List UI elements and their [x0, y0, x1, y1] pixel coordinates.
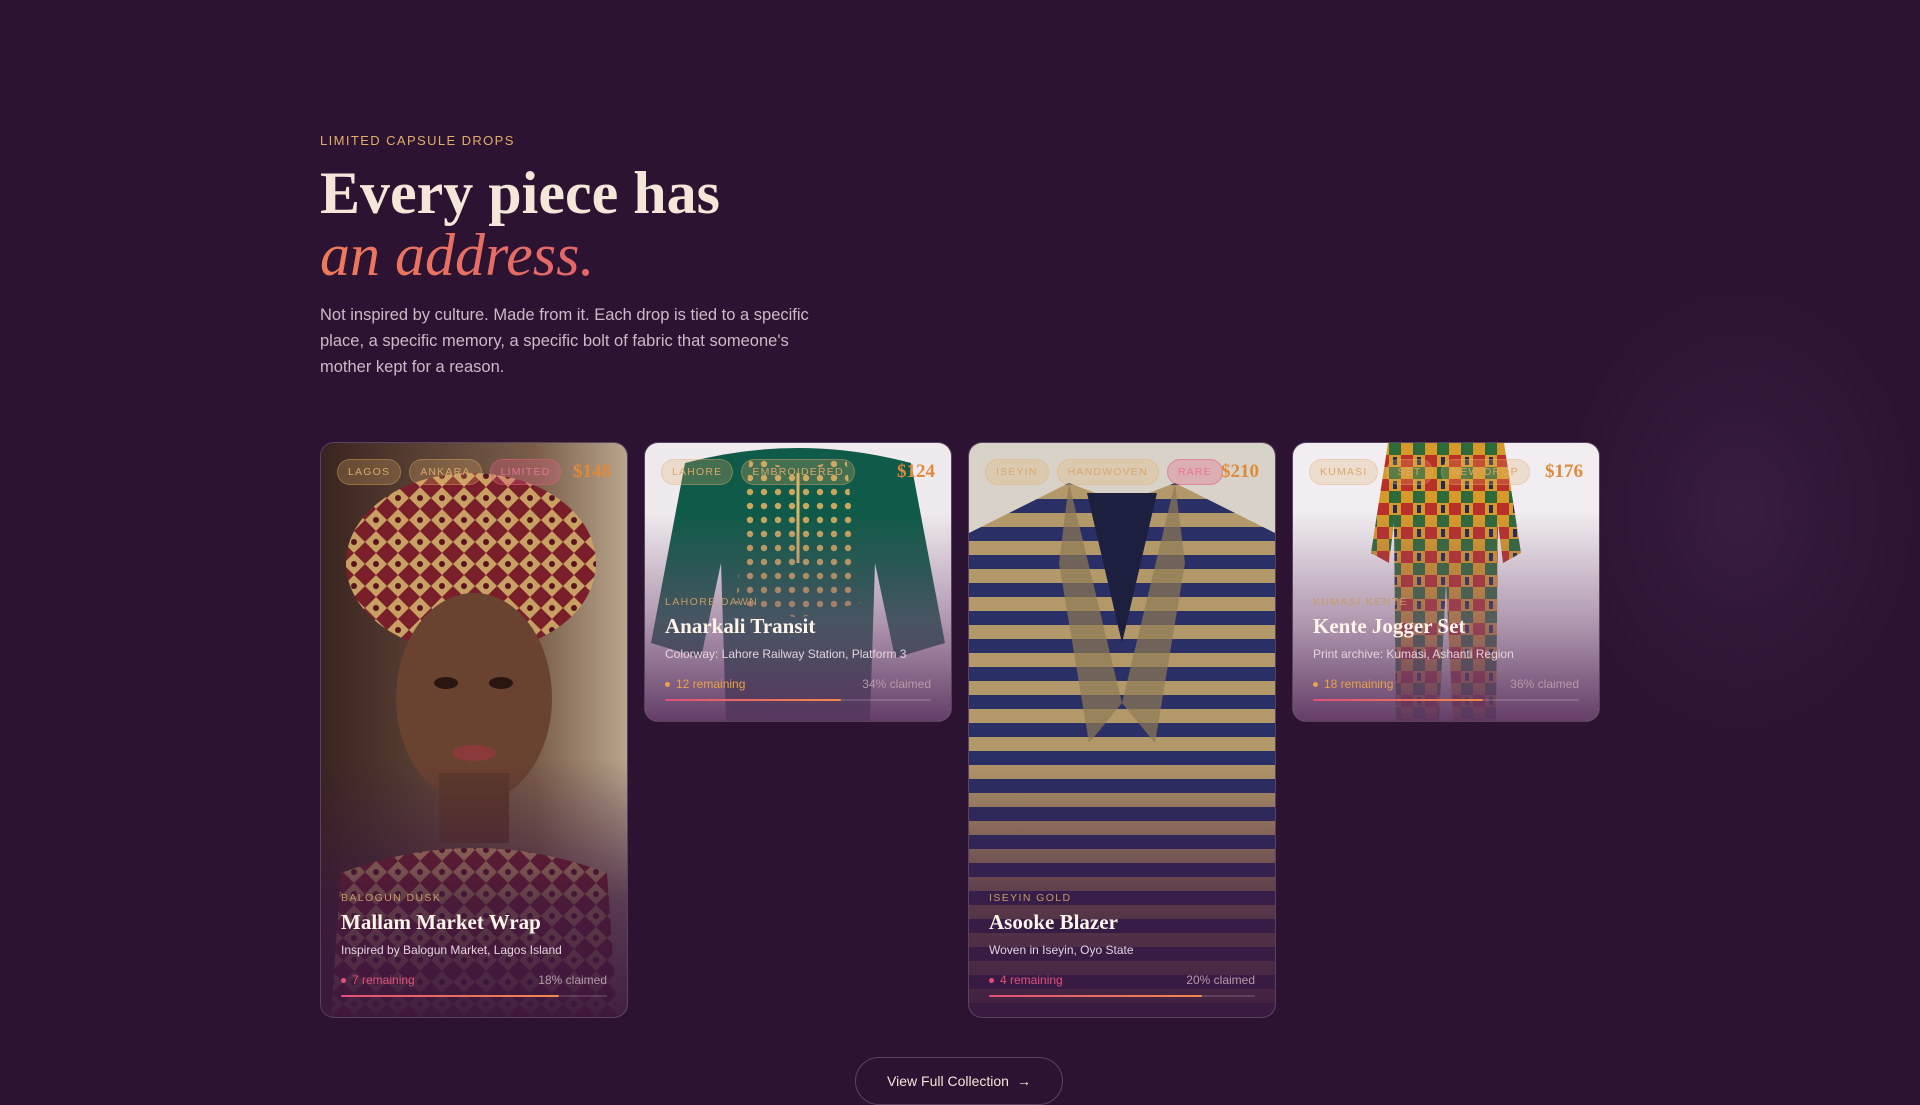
remaining-label: 4 remaining — [1000, 973, 1063, 987]
claimed-percent: 18% claimed — [538, 973, 607, 987]
product-card-anarkali-transit[interactable]: LAHORE EMBROIDERED $124 LAHORE DAWN Anar… — [644, 442, 952, 722]
product-name: Anarkali Transit — [665, 614, 816, 638]
tag-craft: EMBROIDERED — [741, 459, 855, 485]
stock-progress-fill — [341, 995, 560, 997]
tag-fabric: ANKARA — [409, 459, 482, 485]
stock-progress-bar — [1313, 699, 1579, 701]
drop-origin: BALOGUN DUSK — [341, 892, 442, 904]
tag-row: ISEYIN HANDWOVEN RARE — [985, 459, 1223, 485]
card-info: ISEYIN GOLD Asooke Blazer Woven in Iseyi… — [989, 892, 1255, 997]
stock-progress-bar — [989, 995, 1255, 997]
product-card-kente-jogger-set[interactable]: KUMASI SET NEW DROP $176 KUMASI KENTE Ke… — [1292, 442, 1600, 722]
stock-progress-fill — [1313, 699, 1484, 701]
stock-progress-bar — [665, 699, 931, 701]
price-label: $176 — [1545, 461, 1583, 482]
product-card-asooke-blazer[interactable]: ISEYIN HANDWOVEN RARE $210 ISEYIN GOLD A… — [968, 442, 1276, 1018]
product-description: Colorway: Lahore Railway Station, Platfo… — [665, 647, 907, 661]
tag-status: LIMITED — [489, 459, 562, 485]
price-label: $210 — [1221, 461, 1259, 482]
status-dot-icon — [665, 681, 670, 687]
stock-progress-bar — [341, 995, 607, 997]
remaining-count: 18 remaining — [1313, 677, 1393, 691]
tag-location: KUMASI — [1309, 459, 1379, 485]
product-name: Asooke Blazer — [989, 910, 1118, 934]
stock-row: 7 remaining 18% claimed — [341, 973, 607, 987]
tag-row: LAGOS ANKARA LIMITED — [337, 459, 562, 485]
remaining-count: 4 remaining — [989, 973, 1063, 987]
section-eyebrow: LIMITED CAPSULE DROPS — [320, 133, 515, 148]
remaining-count: 12 remaining — [665, 677, 745, 691]
card-info: LAHORE DAWN Anarkali Transit Colorway: L… — [665, 596, 931, 701]
remaining-label: 12 remaining — [676, 677, 746, 691]
card-info: KUMASI KENTE Kente Jogger Set Print arch… — [1313, 596, 1579, 701]
tag-status: RARE — [1166, 459, 1223, 485]
drop-origin: LAHORE DAWN — [665, 596, 759, 608]
status-dot-icon — [1313, 681, 1318, 687]
view-collection-label: View Full Collection — [887, 1073, 1009, 1089]
product-name: Kente Jogger Set — [1313, 614, 1466, 638]
product-name: Mallam Market Wrap — [341, 910, 541, 934]
stock-row: 4 remaining 20% claimed — [989, 973, 1255, 987]
hero-section: LIMITED CAPSULE DROPS Every piece has an… — [320, 133, 860, 380]
remaining-label: 7 remaining — [352, 973, 415, 987]
card-info: BALOGUN DUSK Mallam Market Wrap Inspired… — [341, 892, 607, 997]
product-description: Print archive: Kumasi, Ashanti Region — [1313, 647, 1514, 661]
price-label: $124 — [897, 461, 935, 482]
remaining-count: 7 remaining — [341, 973, 415, 987]
view-collection-button[interactable]: View Full Collection → — [855, 1057, 1063, 1105]
tag-location: LAGOS — [337, 459, 402, 485]
stock-row: 18 remaining 36% claimed — [1313, 677, 1579, 691]
tag-row: KUMASI SET NEW DROP — [1309, 459, 1530, 485]
claimed-percent: 20% claimed — [1186, 973, 1255, 987]
tag-status: NEW DROP — [1440, 459, 1530, 485]
remaining-label: 18 remaining — [1324, 677, 1394, 691]
product-description: Inspired by Balogun Market, Lagos Island — [341, 943, 562, 957]
claimed-percent: 36% claimed — [1510, 677, 1579, 691]
status-dot-icon — [989, 977, 994, 983]
product-grid: LAGOS ANKARA LIMITED $148 BALOGUN DUSK M… — [320, 442, 1600, 1022]
status-dot-icon — [341, 977, 346, 983]
claimed-percent: 34% claimed — [862, 677, 931, 691]
background-glow — [1560, 280, 1920, 740]
drop-origin: KUMASI KENTE — [1313, 596, 1408, 608]
arrow-right-icon: → — [1016, 1073, 1031, 1089]
drop-origin: ISEYIN GOLD — [989, 892, 1072, 904]
title-line: Every piece has — [320, 160, 720, 226]
tag-location: LAHORE — [661, 459, 734, 485]
page-title: Every piece has an address. — [320, 162, 860, 286]
tag-craft: HANDWOVEN — [1056, 459, 1159, 485]
product-description: Woven in Iseyin, Oyo State — [989, 943, 1134, 957]
title-accent: an address. — [320, 224, 860, 286]
tag-location: ISEYIN — [985, 459, 1049, 485]
stock-progress-fill — [989, 995, 1202, 997]
stock-progress-fill — [665, 699, 841, 701]
intro-paragraph: Not inspired by culture. Made from it. E… — [320, 306, 809, 376]
tag-type: SET — [1386, 459, 1433, 485]
stock-row: 12 remaining 34% claimed — [665, 677, 931, 691]
price-label: $148 — [573, 461, 611, 482]
tag-row: LAHORE EMBROIDERED — [661, 459, 855, 485]
product-card-mallam-market-wrap[interactable]: LAGOS ANKARA LIMITED $148 BALOGUN DUSK M… — [320, 442, 628, 1018]
